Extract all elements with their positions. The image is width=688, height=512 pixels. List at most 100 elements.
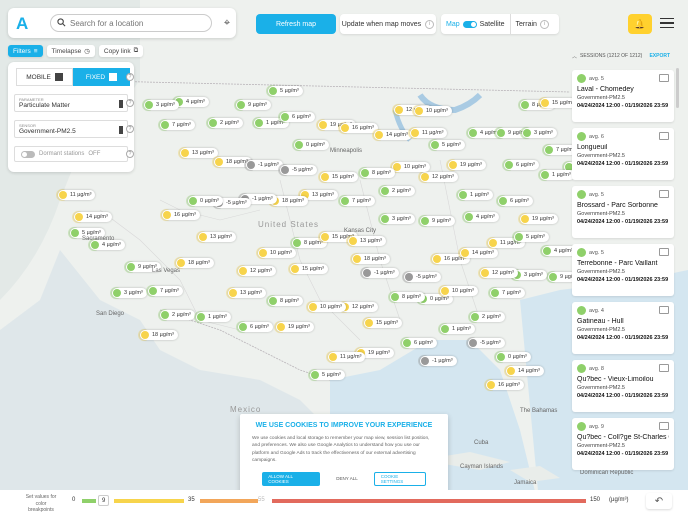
station-marker[interactable]: -1 µg/m³	[420, 356, 457, 366]
station-marker[interactable]: 8 µg/m³	[390, 292, 425, 302]
threshold-high-input[interactable]: 55	[258, 497, 265, 503]
station-marker[interactable]: 10 µg/m³	[258, 248, 296, 258]
station-marker[interactable]: 18 µg/m³	[352, 254, 390, 264]
station-marker[interactable]: 13 µg/m³	[180, 148, 218, 158]
collapse-icon[interactable]: ︿	[572, 53, 577, 60]
station-marker[interactable]: 9 µg/m³	[420, 216, 455, 226]
station-marker[interactable]: 14 µg/m³	[460, 248, 498, 258]
mobile-mode-button[interactable]: MOBILE	[16, 68, 73, 86]
station-marker[interactable]: 10 µg/m³	[414, 106, 452, 116]
chart-icon[interactable]	[659, 74, 669, 82]
deny-all-button[interactable]: DENY ALL	[330, 472, 363, 486]
station-marker[interactable]: 3 µg/m³	[144, 100, 179, 110]
station-marker[interactable]: 11 µg/m³	[58, 190, 96, 200]
dormant-switch[interactable]	[21, 150, 35, 158]
station-marker[interactable]: -5 µg/m³	[468, 338, 505, 348]
search-input[interactable]	[70, 18, 200, 28]
station-marker[interactable]: 3 µg/m³	[380, 214, 415, 224]
station-marker[interactable]: 18 µg/m³	[176, 258, 214, 268]
tab-copy-link[interactable]: Copy link ⧉	[98, 45, 144, 57]
station-marker[interactable]: 6 µg/m³	[238, 322, 273, 332]
station-marker[interactable]: 15 µg/m³	[320, 172, 358, 182]
locate-me-icon[interactable]: ⌖	[219, 14, 235, 32]
tab-timelapse[interactable]: Timelapse ◷	[46, 45, 95, 57]
chart-icon[interactable]	[659, 364, 669, 372]
help-icon[interactable]: ?	[126, 125, 134, 133]
station-marker[interactable]: 6 µg/m³	[402, 338, 437, 348]
station-marker[interactable]: 1 µg/m³	[540, 170, 575, 180]
station-marker[interactable]: 16 µg/m³	[486, 380, 524, 390]
station-marker[interactable]: 5 µg/m³	[310, 370, 345, 380]
station-marker[interactable]: 1 µg/m³	[440, 324, 475, 334]
station-marker[interactable]: 5 µg/m³	[514, 232, 549, 242]
threshold-low-input[interactable]: 9	[98, 495, 110, 506]
terrain-info-icon[interactable]: i	[539, 19, 549, 29]
station-marker[interactable]: 7 µg/m³	[340, 196, 375, 206]
station-marker[interactable]: 13 µg/m³	[348, 236, 386, 246]
station-marker[interactable]: 14 µg/m³	[506, 366, 544, 376]
station-marker[interactable]: -1 µg/m³	[362, 268, 399, 278]
station-marker[interactable]: 16 µg/m³	[162, 210, 200, 220]
station-marker[interactable]: 11 µg/m³	[328, 352, 366, 362]
station-marker[interactable]: 18 µg/m³	[140, 330, 178, 340]
chart-icon[interactable]	[659, 190, 669, 198]
station-marker[interactable]: 14 µg/m³	[374, 130, 412, 140]
station-marker[interactable]: 13 µg/m³	[228, 288, 266, 298]
station-marker[interactable]: 8 µg/m³	[268, 296, 303, 306]
aircasting-logo-icon[interactable]: A	[16, 14, 38, 36]
station-marker[interactable]: 3 µg/m³	[112, 288, 147, 298]
station-marker[interactable]: 13 µg/m³	[198, 232, 236, 242]
station-marker[interactable]: 2 µg/m³	[470, 312, 505, 322]
fixed-mode-button[interactable]: FIXED	[73, 68, 130, 86]
session-card[interactable]: avg. 4 Gatineau - Hull Government-PM2.5 04/…	[572, 302, 674, 354]
station-marker[interactable]: 9 µg/m³	[236, 100, 271, 110]
chart-icon[interactable]	[659, 248, 669, 256]
info-icon[interactable]: i	[425, 19, 435, 29]
station-marker[interactable]: 0 µg/m³	[188, 196, 223, 206]
station-marker[interactable]: 7 µg/m³	[148, 286, 183, 296]
station-marker[interactable]: 6 µg/m³	[498, 196, 533, 206]
cookie-settings-button[interactable]: COOKIE SETTINGS	[373, 471, 426, 486]
help-icon[interactable]: ?	[126, 99, 134, 107]
station-marker[interactable]: 10 µg/m³	[440, 286, 478, 296]
session-card[interactable]: avg. 5 Terrebonne - Parc Vaillant Governme…	[572, 244, 674, 296]
allow-all-cookies-button[interactable]: ALLOW ALL COOKIES	[262, 471, 321, 486]
station-marker[interactable]: 2 µg/m³	[160, 310, 195, 320]
sessions-scrollbar[interactable]	[676, 68, 679, 108]
help-icon[interactable]: ?	[126, 150, 134, 158]
station-marker[interactable]: 15 µg/m³	[364, 318, 402, 328]
station-marker[interactable]: 8 µg/m³	[360, 168, 395, 178]
help-icon[interactable]: ?	[126, 73, 134, 81]
session-card[interactable]: avg. 5 Laval - Chomedey Government-PM2.5 04…	[572, 70, 674, 122]
dormant-stations-toggle[interactable]: Dormant stations OFF	[14, 146, 128, 162]
station-marker[interactable]: -5 µg/m³	[404, 272, 441, 282]
station-marker[interactable]: 7 µg/m³	[160, 120, 195, 130]
station-marker[interactable]: 10 µg/m³	[392, 162, 430, 172]
station-marker[interactable]: 4 µg/m³	[174, 97, 209, 107]
map-satellite-switch[interactable]: Map Satellite	[441, 14, 510, 34]
hamburger-menu-icon[interactable]	[660, 16, 674, 30]
parameter-select[interactable]: PARAMETER Particulate Matter	[14, 94, 128, 112]
station-marker[interactable]: 6 µg/m³	[280, 112, 315, 122]
station-marker[interactable]: 0 µg/m³	[294, 140, 329, 150]
station-marker[interactable]: 19 µg/m³	[520, 214, 558, 224]
threshold-max-input[interactable]: 150	[590, 497, 600, 503]
station-marker[interactable]: 14 µg/m³	[74, 212, 112, 222]
export-button[interactable]: EXPORT	[649, 53, 670, 59]
station-marker[interactable]: 19 µg/m³	[448, 160, 486, 170]
station-marker[interactable]: 0 µg/m³	[496, 352, 531, 362]
session-card[interactable]: avg. 5 Brossard - Parc Sorbonne Government…	[572, 186, 674, 238]
terrain-option[interactable]: Terrain i	[509, 14, 554, 34]
station-marker[interactable]: 6 µg/m³	[504, 160, 539, 170]
station-marker[interactable]: 1 µg/m³	[196, 312, 231, 322]
reset-thresholds-icon[interactable]: ↶	[646, 493, 672, 509]
station-marker[interactable]: 12 µg/m³	[238, 266, 276, 276]
session-card[interactable]: avg. 6 Longueuil Government-PM2.5 04/24/202…	[572, 128, 674, 180]
update-when-map-moves-toggle[interactable]: Update when map moves i	[340, 14, 436, 34]
station-marker[interactable]: 4 µg/m³	[464, 212, 499, 222]
station-marker[interactable]: 19 µg/m³	[276, 322, 314, 332]
station-marker[interactable]: 1 µg/m³	[458, 190, 493, 200]
station-marker[interactable]: 7 µg/m³	[490, 288, 525, 298]
session-card[interactable]: avg. 9 Qu?bec - Coll?ge St-Charles G... Go…	[572, 418, 674, 470]
map-satellite-toggle[interactable]	[462, 20, 477, 28]
